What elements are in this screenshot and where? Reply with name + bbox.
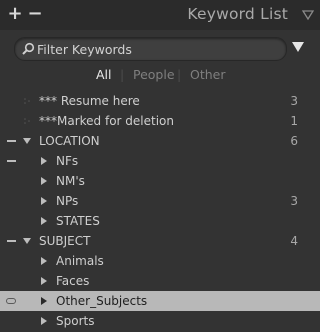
collapse-panel-icon[interactable] (302, 9, 314, 21)
filter-keywords-input[interactable] (37, 40, 277, 58)
collapse-minus-icon[interactable] (7, 240, 16, 242)
checkbox-minus-icon[interactable] (6, 298, 16, 304)
panel-title: Keyword List (187, 5, 288, 23)
keyword-row[interactable]: NM's (0, 171, 320, 191)
collapsed-arrow-icon[interactable] (40, 177, 48, 185)
keyword-count: 1 (290, 114, 298, 128)
keyword-row-subject[interactable]: SUBJECT 4 (0, 231, 320, 251)
keyword-label: STATES (56, 214, 100, 228)
collapsed-arrow-icon[interactable] (40, 217, 48, 225)
collapse-minus-icon[interactable] (7, 140, 16, 142)
leaf-indicator-icon (24, 98, 30, 104)
keyword-row[interactable]: Faces (0, 271, 320, 291)
keyword-label: NPs (56, 194, 79, 208)
keyword-label: LOCATION (39, 134, 100, 148)
tab-other[interactable]: Other (190, 67, 226, 82)
leaf-indicator-icon (24, 118, 30, 124)
keyword-count: 4 (290, 234, 298, 248)
collapsed-arrow-icon[interactable] (40, 297, 48, 305)
keyword-label: Faces (56, 274, 90, 288)
expanded-arrow-icon[interactable] (23, 237, 31, 245)
keyword-row[interactable]: NPs 3 (0, 191, 320, 211)
keyword-row[interactable]: STATES (0, 211, 320, 231)
tab-separator: | (177, 67, 182, 82)
add-keyword-button[interactable]: + (6, 4, 24, 24)
collapsed-arrow-icon[interactable] (40, 317, 48, 325)
keyword-count: 3 (290, 94, 298, 108)
tab-separator: | (120, 67, 125, 82)
tab-people[interactable]: People (133, 67, 175, 82)
keyword-label: NM's (56, 174, 85, 188)
keyword-row-selected[interactable]: Other_Subjects (0, 291, 320, 311)
keyword-label: Sports (56, 314, 95, 328)
tab-all[interactable]: All (96, 67, 112, 82)
keyword-label: NFs (56, 154, 79, 168)
keyword-label: Animals (56, 254, 104, 268)
keyword-row[interactable]: Animals (0, 251, 320, 271)
keyword-row[interactable]: NFs (0, 151, 320, 171)
expanded-arrow-icon[interactable] (23, 137, 31, 145)
keyword-label: *** Resume here (39, 94, 140, 108)
keyword-count: 3 (290, 194, 298, 208)
collapsed-arrow-icon[interactable] (40, 277, 48, 285)
keyword-count: 6 (290, 134, 298, 148)
collapsed-arrow-icon[interactable] (40, 257, 48, 265)
collapse-minus-icon[interactable] (7, 160, 16, 162)
keyword-filter-tabs: All | People | Other (0, 66, 320, 84)
search-box (14, 37, 287, 61)
collapsed-arrow-icon[interactable] (40, 197, 48, 205)
keyword-label: Other_Subjects (56, 294, 148, 308)
keyword-row-location[interactable]: LOCATION 6 (0, 131, 320, 151)
keyword-label: ***Marked for deletion (39, 114, 174, 128)
remove-keyword-button[interactable]: − (26, 4, 44, 24)
keyword-row[interactable]: ***Marked for deletion 1 (0, 111, 320, 131)
collapsed-arrow-icon[interactable] (40, 157, 48, 165)
keyword-row[interactable]: *** Resume here 3 (0, 91, 320, 111)
filter-options-dropdown-icon[interactable] (292, 42, 304, 52)
panel-header: + − Keyword List (0, 0, 320, 30)
search-icon (22, 42, 35, 55)
keyword-label: SUBJECT (39, 234, 91, 248)
keyword-row[interactable]: Sports (0, 311, 320, 331)
